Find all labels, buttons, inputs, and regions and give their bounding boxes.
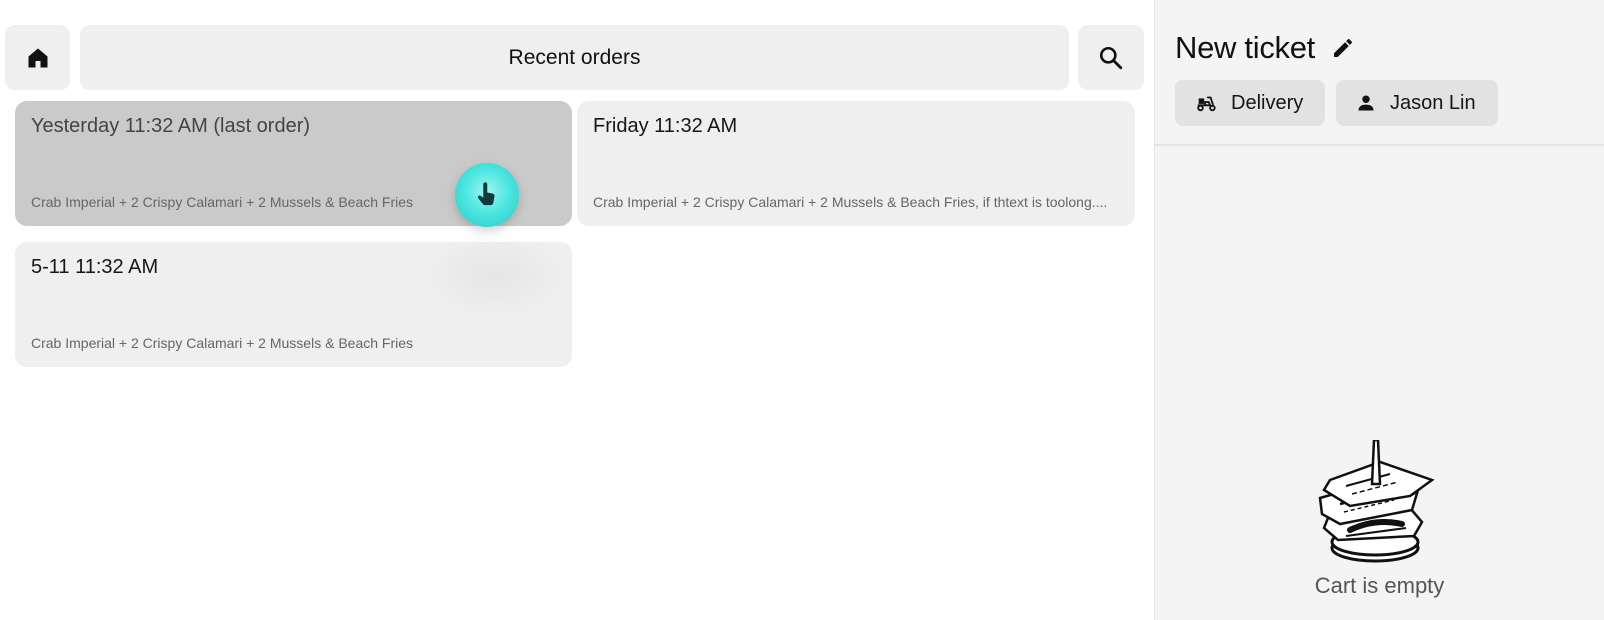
pencil-icon[interactable] <box>1331 36 1355 60</box>
customer-chip[interactable]: Jason Lin <box>1336 80 1498 126</box>
search-icon <box>1098 45 1124 71</box>
ticket-title: New ticket <box>1175 30 1315 65</box>
person-icon <box>1356 93 1376 113</box>
order-items: Crab Imperial + 2 Crispy Calamari + 2 Mu… <box>593 194 1108 210</box>
order-type-chip[interactable]: Delivery <box>1175 80 1325 126</box>
order-items: Crab Imperial + 2 Crispy Calamari + 2 Mu… <box>31 335 414 351</box>
customer-name: Jason Lin <box>1390 91 1476 114</box>
home-button[interactable] <box>5 25 70 90</box>
page-title-bar: Recent orders <box>80 25 1069 90</box>
touch-ripple <box>420 230 570 320</box>
order-time: Yesterday 11:32 AM (last order) <box>31 115 311 137</box>
order-time: Friday 11:32 AM <box>593 115 738 137</box>
ticket-panel: New ticket Delivery Jason Lin Cart is em… <box>1154 0 1604 620</box>
order-card-friday[interactable]: Friday 11:32 AM Crab Imperial + 2 Crispy… <box>577 101 1135 226</box>
ticket-divider <box>1155 144 1604 146</box>
ticket-header: New ticket <box>1175 30 1355 66</box>
tap-hand-icon <box>472 180 502 210</box>
order-type-label: Delivery <box>1231 91 1304 114</box>
recent-orders-pane: Recent orders Yesterday 11:32 AM (last o… <box>0 0 1154 620</box>
scooter-icon <box>1195 92 1217 114</box>
search-button[interactable] <box>1078 25 1144 90</box>
receipt-spike-icon <box>1310 438 1440 575</box>
empty-cart-message: Cart is empty <box>1314 573 1445 598</box>
app-root: Recent orders Yesterday 11:32 AM (last o… <box>0 0 1604 620</box>
touch-indicator <box>455 163 519 227</box>
page-title: Recent orders <box>508 45 641 69</box>
home-icon <box>26 46 50 70</box>
